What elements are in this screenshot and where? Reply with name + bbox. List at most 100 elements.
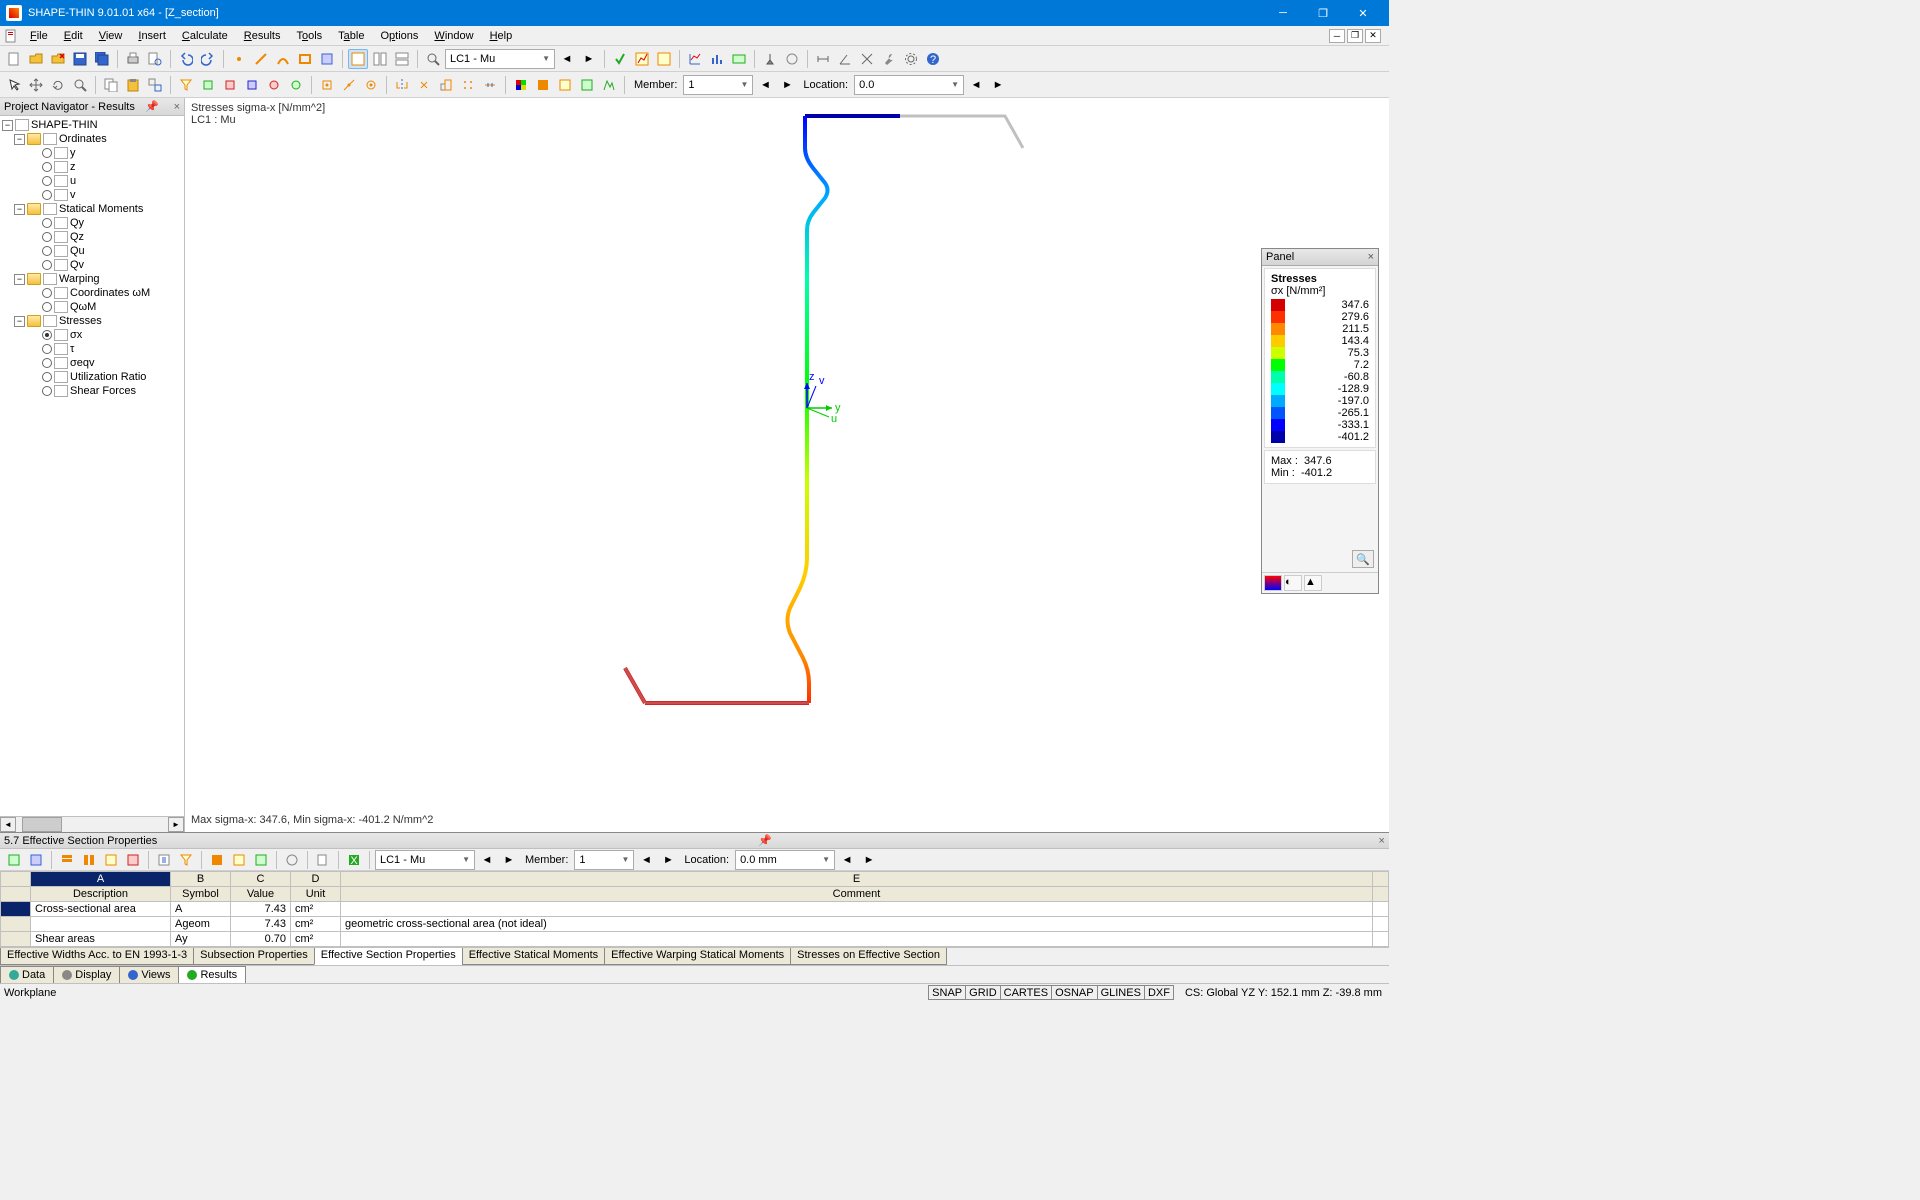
minimize-button[interactable]: ─ (1263, 0, 1303, 26)
graph3-button[interactable] (729, 49, 749, 69)
tree-item[interactable]: z (2, 160, 182, 174)
tree-item[interactable]: τ (2, 342, 182, 356)
print-preview-button[interactable] (145, 49, 165, 69)
panel-zoom-button[interactable]: 🔍 (1352, 550, 1374, 568)
view-tab-data[interactable]: Data (0, 966, 54, 983)
point-button[interactable] (229, 49, 249, 69)
status-toggle-osnap[interactable]: OSNAP (1051, 985, 1098, 1000)
new-button[interactable] (4, 49, 24, 69)
table-loc-prev-button[interactable]: ◄ (837, 850, 857, 870)
snap3-button[interactable] (361, 75, 381, 95)
tree-group-stresses[interactable]: −Stresses (2, 314, 182, 328)
tree-group-ordinates[interactable]: −Ordinates (2, 132, 182, 146)
tree-item[interactable]: u (2, 174, 182, 188)
loadcase-next-button[interactable]: ► (579, 49, 599, 69)
cross-button[interactable] (857, 49, 877, 69)
paste-button[interactable] (123, 75, 143, 95)
support-button[interactable] (760, 49, 780, 69)
table-row[interactable]: Ageom7.43cm²geometric cross-sectional ar… (1, 917, 1389, 932)
member-prev-button[interactable]: ◄ (755, 75, 775, 95)
navigator-close-button[interactable]: × (174, 101, 180, 113)
status-toggle-glines[interactable]: GLINES (1097, 985, 1145, 1000)
navigator-scrollbar[interactable]: ◄ ► (0, 816, 184, 832)
tree-root[interactable]: − SHAPE-THIN (2, 118, 182, 132)
tree-item[interactable]: Shear Forces (2, 384, 182, 398)
array-button[interactable] (458, 75, 478, 95)
menu-options[interactable]: Options (372, 28, 426, 44)
menu-insert[interactable]: Insert (130, 28, 174, 44)
tool5-button[interactable] (286, 75, 306, 95)
wireframe-button[interactable] (599, 75, 619, 95)
print-button[interactable] (123, 49, 143, 69)
search-button[interactable] (423, 49, 443, 69)
tree-item[interactable]: Qu (2, 244, 182, 258)
table-row[interactable]: Shear areasAy0.70cm² (1, 932, 1389, 947)
tree-item[interactable]: QωM (2, 300, 182, 314)
tool-a-button[interactable] (782, 49, 802, 69)
loadcase-dropdown[interactable]: LC1 - Mu▼ (445, 49, 555, 69)
table-member-next-button[interactable]: ► (658, 850, 678, 870)
divide-button[interactable] (480, 75, 500, 95)
loadcase-prev-button[interactable]: ◄ (557, 49, 577, 69)
help-button[interactable]: ? (923, 49, 943, 69)
menu-file[interactable]: File (22, 28, 56, 44)
panel-tab1-button[interactable] (1264, 575, 1282, 591)
scale-button[interactable] (436, 75, 456, 95)
results-values-button[interactable] (654, 49, 674, 69)
window1-button[interactable] (348, 49, 368, 69)
status-toggle-snap[interactable]: SNAP (928, 985, 966, 1000)
menu-window[interactable]: Window (426, 28, 481, 44)
tree-item[interactable]: σx (2, 328, 182, 342)
table-btn5[interactable] (101, 850, 121, 870)
table-loadcase-dropdown[interactable]: LC1 - Mu▼ (375, 850, 475, 870)
menu-calculate[interactable]: Calculate (174, 28, 236, 44)
results-panel[interactable]: Panel × Stresses σx [N/mm²] 347.6279.621… (1261, 248, 1379, 594)
table-btn6[interactable] (123, 850, 143, 870)
table-tab[interactable]: Effective Warping Statical Moments (604, 948, 791, 965)
undo-button[interactable] (176, 49, 196, 69)
table-row[interactable]: Cross-sectional areaA7.43cm² (1, 902, 1389, 917)
tree-item[interactable]: Qy (2, 216, 182, 230)
element-button[interactable] (251, 49, 271, 69)
member-dropdown[interactable]: 1▼ (683, 75, 753, 95)
status-toggle-cartes[interactable]: CARTES (1000, 985, 1052, 1000)
color-button[interactable] (511, 75, 531, 95)
mdi-minimize-button[interactable]: ─ (1329, 29, 1345, 43)
wrench-button[interactable] (879, 49, 899, 69)
results-table[interactable]: A B C D E Description Symbol Value Unit … (0, 871, 1389, 947)
tree-item[interactable]: v (2, 188, 182, 202)
snap1-button[interactable] (317, 75, 337, 95)
graph1-button[interactable] (685, 49, 705, 69)
table-copy-button[interactable] (313, 850, 333, 870)
table-close-button[interactable]: × (1379, 835, 1385, 847)
menu-table[interactable]: Table (330, 28, 372, 44)
tree-item[interactable]: Qz (2, 230, 182, 244)
rect-button[interactable] (295, 49, 315, 69)
graphics-viewport[interactable]: Stresses sigma-x [N/mm^2] LC1 : Mu Max s… (185, 98, 1389, 832)
open-button[interactable] (26, 49, 46, 69)
close-file-button[interactable] (48, 49, 68, 69)
view-tab-results[interactable]: Results (178, 966, 246, 983)
table-btn4[interactable] (79, 850, 99, 870)
mdi-restore-button[interactable]: ❐ (1347, 29, 1363, 43)
table-excel-button[interactable]: X (344, 850, 364, 870)
filter-button[interactable] (176, 75, 196, 95)
table-btn10[interactable] (282, 850, 302, 870)
table-btn3[interactable] (57, 850, 77, 870)
table-pin-icon[interactable]: 📌 (758, 834, 772, 847)
table-btn9[interactable] (251, 850, 271, 870)
angle-button[interactable] (835, 49, 855, 69)
table-filter-button[interactable] (176, 850, 196, 870)
tree-group-statical-moments[interactable]: −Statical Moments (2, 202, 182, 216)
dimension-button[interactable] (813, 49, 833, 69)
navigator-tree[interactable]: − SHAPE-THIN −Ordinatesyzuv−Statical Mom… (0, 116, 184, 816)
panel-tab2-button[interactable]: ◐ (1284, 575, 1302, 591)
table-lc-prev-button[interactable]: ◄ (477, 850, 497, 870)
gear-button[interactable] (901, 49, 921, 69)
copy-button[interactable] (101, 75, 121, 95)
save-all-button[interactable] (92, 49, 112, 69)
window3-button[interactable] (392, 49, 412, 69)
rotate2-button[interactable] (414, 75, 434, 95)
table-loc-next-button[interactable]: ► (859, 850, 879, 870)
light-button[interactable] (555, 75, 575, 95)
